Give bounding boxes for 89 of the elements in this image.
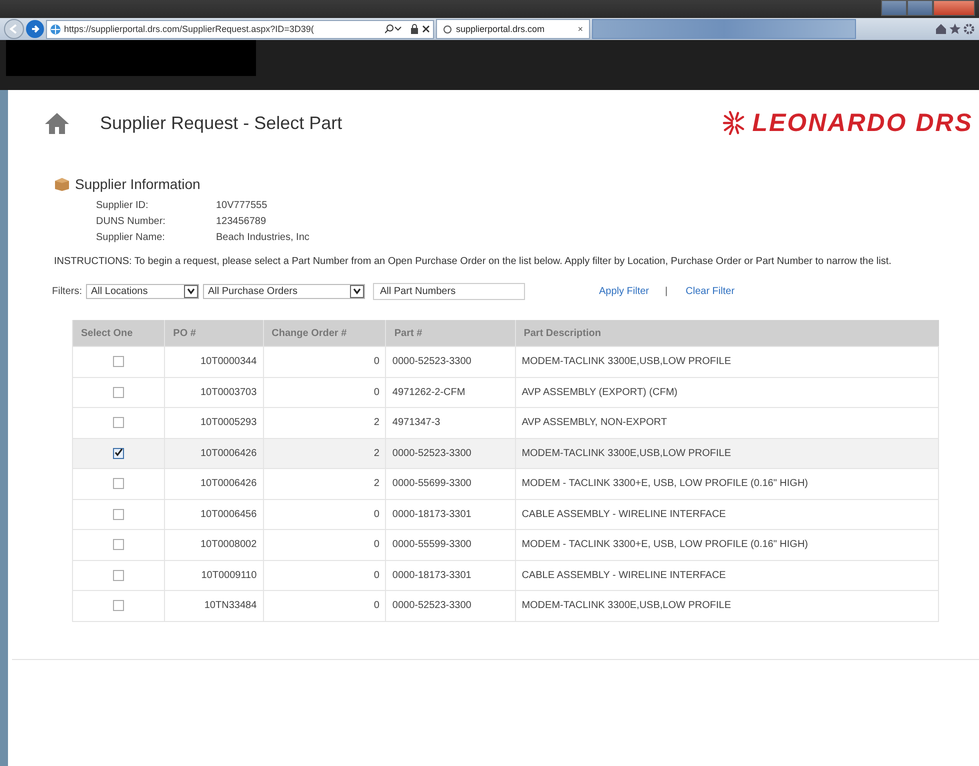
table-cell: 0000-52523-3300 — [386, 346, 516, 377]
checkbox[interactable] — [113, 448, 124, 459]
link-separator: | — [665, 286, 668, 297]
table-cell: 2 — [263, 468, 386, 499]
table-cell: MODEM-TACLINK 3300E,USB,LOW PROFILE — [515, 346, 938, 377]
table-cell: MODEM-TACLINK 3300E,USB,LOW PROFILE — [515, 590, 938, 621]
circle-icon — [443, 24, 452, 34]
close-icon[interactable] — [422, 25, 430, 33]
table-cell: AVP ASSEMBLY (EXPORT) (CFM) — [515, 377, 938, 408]
section-heading: Supplier Information — [75, 176, 200, 192]
checkbox[interactable] — [113, 417, 124, 428]
field-label: DUNS Number: — [96, 216, 166, 227]
field-label: Supplier ID: — [96, 200, 150, 211]
table-cell: 10T0006456 — [164, 499, 264, 530]
tab-close-button[interactable]: × — [578, 24, 583, 34]
table-cell: 10T0006426 — [164, 438, 264, 468]
clear-filter-link[interactable]: Clear Filter — [686, 286, 735, 297]
apply-filter-link[interactable]: Apply Filter — [599, 286, 650, 297]
home-icon[interactable] — [935, 23, 947, 35]
column-header: Part # — [386, 320, 516, 346]
column-header: Select One — [72, 320, 165, 346]
table-cell: 10T0003703 — [164, 377, 264, 408]
browser-tab[interactable] — [592, 19, 856, 39]
back-button[interactable] — [4, 19, 24, 39]
lock-icon — [410, 24, 419, 34]
table-cell: 10T0008002 — [164, 530, 264, 560]
instructions-text: INSTRUCTIONS: To begin a request, please select a Part Number from an Open Purchase Order on the list below. Apply filter by Location, Purchase Order or Part Number to narrow the list. — [54, 256, 892, 267]
table-cell: 0 — [263, 346, 386, 377]
home-icon[interactable] — [44, 111, 70, 135]
close-button[interactable] — [933, 0, 975, 16]
checkbox[interactable] — [113, 600, 124, 612]
forward-button[interactable] — [26, 20, 44, 38]
table-cell: 0000-52523-3300 — [386, 590, 516, 621]
chevron-down-icon — [350, 285, 364, 298]
chevron-down-icon — [184, 285, 198, 298]
company-logo: LEONARDO DRS — [752, 108, 973, 138]
field-value: 10V777555 — [216, 200, 268, 211]
maximize-button[interactable] — [907, 0, 933, 16]
dropdown[interactable]: All Purchase Orders — [203, 284, 365, 299]
column-header: PO # — [164, 320, 264, 346]
checkbox[interactable] — [113, 570, 124, 581]
table-cell: CABLE ASSEMBLY - WIRELINE INTERFACE — [515, 560, 938, 590]
table-cell: 2 — [263, 408, 386, 438]
page-title: Supplier Request - Select Part — [100, 112, 344, 134]
field-value: 123456789 — [216, 216, 268, 227]
checkbox[interactable] — [113, 539, 124, 550]
filters-label: Filters: — [52, 286, 82, 297]
table-cell: 0000-55699-3300 — [386, 468, 516, 499]
checkbox[interactable] — [113, 386, 124, 398]
settings-icon[interactable] — [963, 23, 975, 35]
checkbox[interactable] — [113, 478, 124, 490]
table-cell: 0 — [263, 499, 386, 530]
table-cell: 0 — [263, 377, 386, 408]
table-cell: 10TN33484 — [164, 590, 264, 621]
table-cell: CABLE ASSEMBLY - WIRELINE INTERFACE — [515, 499, 938, 530]
table-cell: 0 — [263, 590, 386, 621]
table-cell: 10T0005293 — [164, 408, 264, 438]
dropdown[interactable]: All Locations — [86, 284, 199, 299]
table-cell: 10T0009110 — [164, 560, 264, 590]
box-icon — [54, 177, 70, 191]
globe-icon — [50, 24, 61, 34]
table-cell: 0000-55599-3300 — [386, 530, 516, 560]
table-cell: 0 — [263, 560, 386, 590]
table-cell: MODEM-TACLINK 3300E,USB,LOW PROFILE — [515, 438, 938, 468]
table-cell: 10T0006426 — [164, 468, 264, 499]
checkbox[interactable] — [113, 508, 124, 520]
starburst-icon — [722, 111, 746, 135]
table-cell: 0000-52523-3300 — [386, 438, 516, 468]
address-bar[interactable]: https://supplierportal.drs.com/SupplierRequest.aspx?ID=3D39( — [46, 20, 434, 38]
minimize-button[interactable] — [881, 0, 907, 16]
table-cell: AVP ASSEMBLY, NON-EXPORT — [515, 408, 938, 438]
table-cell: MODEM - TACLINK 3300+E, USB, LOW PROFILE (0.16" HIGH) — [515, 468, 938, 499]
forward-arrow-icon — [30, 24, 40, 34]
table-cell: 0000-18173-3301 — [386, 560, 516, 590]
field-label: Supplier Name: — [96, 232, 166, 243]
part-number-field[interactable]: All Part Numbers — [373, 283, 525, 300]
star-icon[interactable] — [949, 23, 961, 35]
column-header: Part Description — [515, 320, 938, 346]
browser-tab[interactable]: supplierportal.drs.com × — [436, 19, 590, 39]
column-header: Change Order # — [263, 320, 386, 346]
table-cell: MODEM - TACLINK 3300+E, USB, LOW PROFILE (0.16" HIGH) — [515, 530, 938, 560]
table-cell: 4971347-3 — [386, 408, 516, 438]
table-cell: 2 — [263, 438, 386, 468]
table-cell: 0 — [263, 530, 386, 560]
table-cell: 0000-18173-3301 — [386, 499, 516, 530]
table-cell: 10T0000344 — [164, 346, 264, 377]
table-cell: 4971262-2-CFM — [386, 377, 516, 408]
field-value: Beach Industries, Inc — [216, 232, 310, 243]
checkbox[interactable] — [113, 356, 124, 368]
